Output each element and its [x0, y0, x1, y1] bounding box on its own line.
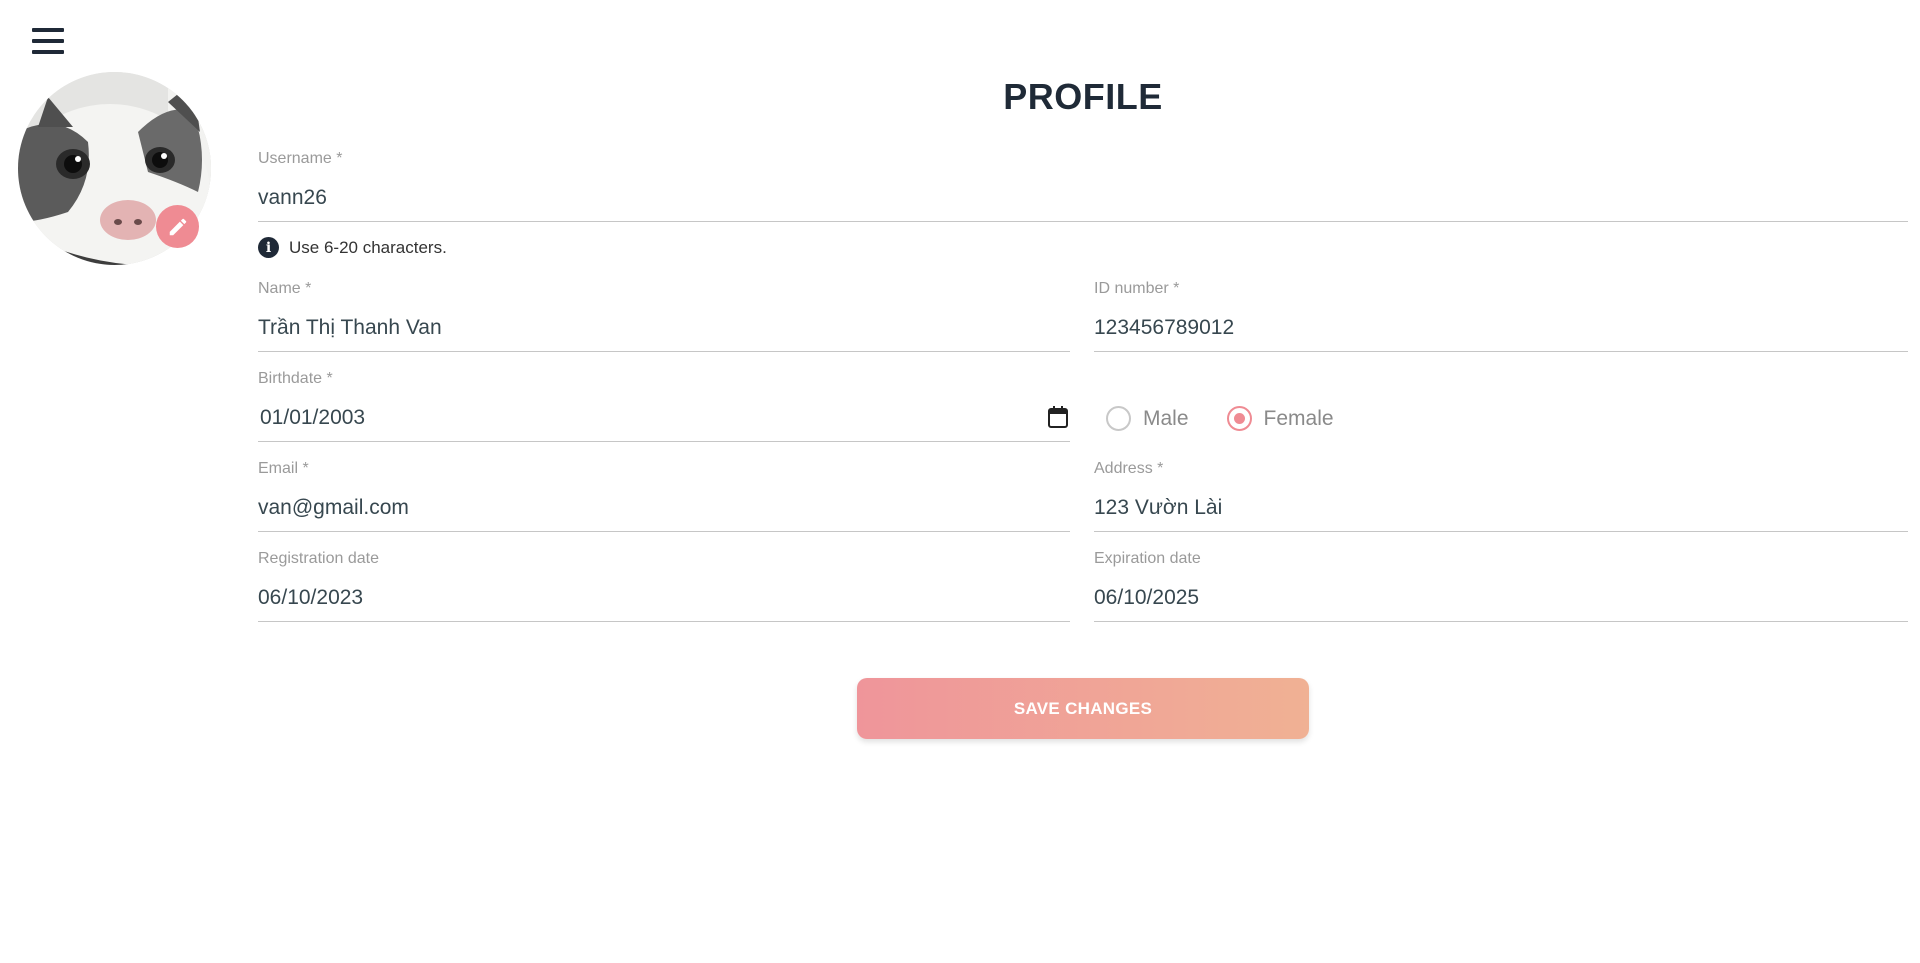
email-field: Email * van@gmail.com: [258, 460, 1070, 544]
expiration-date-label: Expiration date: [1094, 550, 1201, 567]
username-label: Username *: [258, 150, 343, 167]
id-number-label: ID number *: [1094, 280, 1180, 297]
address-input[interactable]: 123 Vườn Lài: [1094, 496, 1908, 520]
info-icon: i: [258, 237, 279, 258]
username-hint: i Use 6-20 characters.: [258, 237, 447, 258]
birthdate-label: Birthdate *: [258, 370, 333, 387]
calendar-icon[interactable]: [1048, 406, 1068, 433]
registration-date-value: 06/10/2023: [258, 586, 364, 609]
birthdate-field: Birthdate * 01/01/2003: [258, 370, 1070, 454]
hamburger-menu-icon[interactable]: [32, 28, 64, 54]
id-number-field: ID number * 123456789012: [1094, 280, 1908, 364]
name-label: Name *: [258, 280, 312, 297]
menu-bar: [32, 50, 64, 54]
gender-radio-group: Male Female: [1106, 406, 1372, 431]
address-field: Address * 123 Vườn Lài: [1094, 460, 1908, 544]
hint-text: Use 6-20 characters.: [289, 237, 447, 257]
username-input[interactable]: vann26: [258, 186, 1908, 210]
name-field: Name * Trần Thị Thanh Van: [258, 280, 1070, 364]
menu-bar: [32, 39, 64, 43]
save-changes-button[interactable]: SAVE CHANGES: [857, 678, 1309, 739]
input-underline: [258, 621, 1070, 622]
input-underline: [258, 351, 1070, 352]
registration-date-field: Registration date 06/10/2023: [258, 550, 1070, 634]
username-field: Username * vann26: [258, 150, 1908, 234]
expiration-date-value: 06/10/2025: [1094, 586, 1200, 609]
radio-label-female: Female: [1263, 406, 1334, 430]
radio-button-female[interactable]: [1226, 406, 1252, 431]
pencil-icon: [169, 218, 186, 235]
input-underline: [1094, 621, 1908, 622]
registration-date-label: Registration date: [258, 550, 379, 567]
input-underline: [258, 441, 1070, 442]
expiration-date-field: Expiration date 06/10/2025: [1094, 550, 1908, 634]
radio-label-male: Male: [1143, 406, 1189, 430]
input-underline: [258, 531, 1070, 532]
id-number-input[interactable]: 123456789012: [1094, 316, 1908, 340]
input-underline: [258, 221, 1908, 222]
gender-option-male[interactable]: Male: [1106, 406, 1189, 431]
name-input[interactable]: Trần Thị Thanh Van: [258, 316, 1070, 340]
avatar-container: [18, 72, 211, 265]
radio-button-male[interactable]: [1106, 406, 1131, 431]
email-input[interactable]: van@gmail.com: [258, 496, 1070, 520]
input-underline: [1094, 351, 1908, 352]
input-underline: [1094, 531, 1908, 532]
gender-option-female[interactable]: Female: [1226, 406, 1334, 431]
address-label: Address *: [1094, 460, 1164, 477]
birthdate-input[interactable]: 01/01/2003: [258, 406, 1070, 430]
edit-avatar-button[interactable]: [156, 205, 199, 248]
page-title: PROFILE: [1003, 76, 1163, 117]
email-label: Email *: [258, 460, 309, 477]
menu-bar: [32, 28, 64, 32]
